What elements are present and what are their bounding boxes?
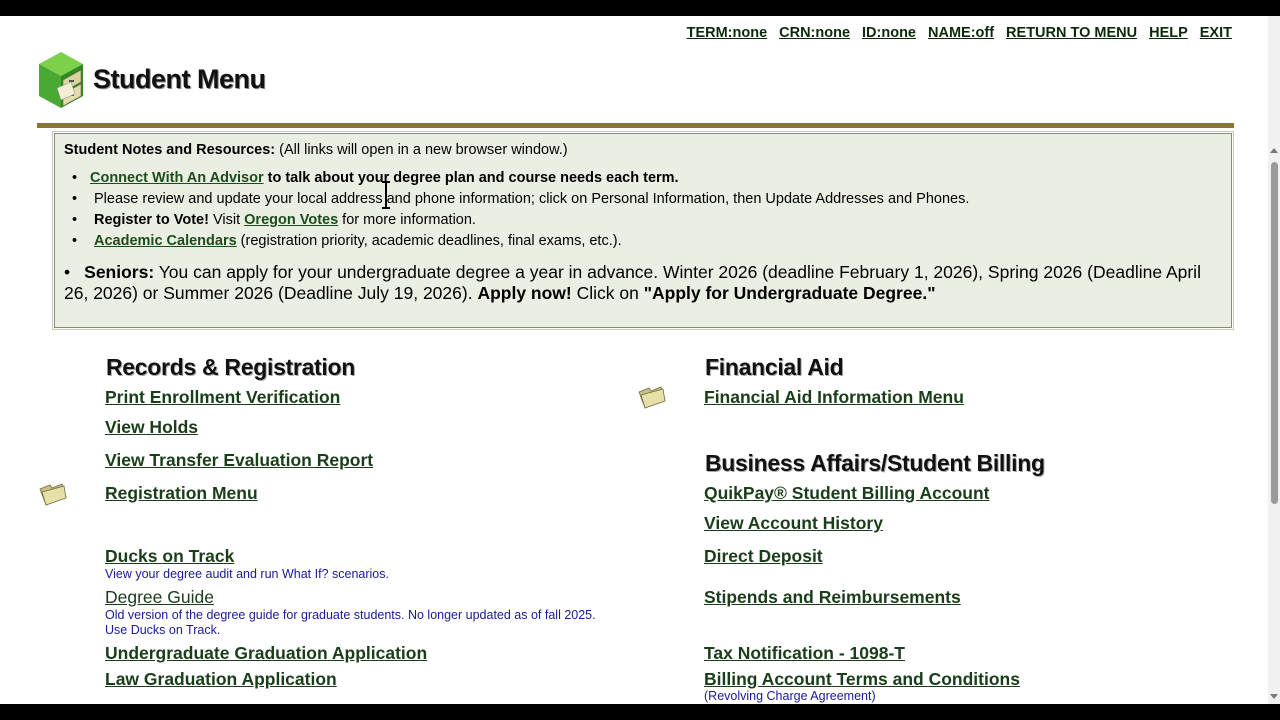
apply-degree-quote: "Apply for Undergraduate Degree." xyxy=(643,283,936,303)
list-item: • Connect With An Advisor to talk about … xyxy=(72,170,679,186)
apply-now-text: Apply now! xyxy=(477,283,572,303)
top-navigation: TERM:none CRN:none ID:none NAME:off RETU… xyxy=(687,25,1232,41)
oregon-votes-link[interactable]: Oregon Votes xyxy=(244,212,338,228)
list-item: • Register to Vote! Visit Oregon Votes f… xyxy=(72,212,476,228)
academic-calendars-link[interactable]: Academic Calendars xyxy=(94,233,237,249)
advisor-note-text: to talk about your degree plan and cours… xyxy=(263,170,679,186)
notes-list: • Connect With An Advisor to talk about … xyxy=(64,170,1222,249)
name-toggle-link[interactable]: NAME:off xyxy=(928,25,994,41)
address-note-text: Please review and update your local addr… xyxy=(94,191,970,207)
notes-heading: Student Notes and Resources: (All links … xyxy=(64,142,1222,158)
list-item: • Academic Calendars (registration prior… xyxy=(72,233,622,249)
filing-cabinet-icon xyxy=(39,52,83,108)
view-holds-link[interactable]: View Holds xyxy=(105,417,198,438)
view-account-history-link[interactable]: View Account History xyxy=(704,513,883,534)
scrollbar-thumb[interactable] xyxy=(1271,162,1278,504)
scroll-down-arrow-icon[interactable] xyxy=(1270,694,1278,699)
records-registration-heading: Records & Registration xyxy=(106,354,356,380)
window-top-bar xyxy=(0,0,1280,16)
billing-terms-description: (Revolving Charge Agreement) xyxy=(704,689,876,703)
term-link[interactable]: TERM:none xyxy=(687,25,768,41)
help-link[interactable]: HELP xyxy=(1149,25,1188,41)
registration-menu-link[interactable]: Registration Menu xyxy=(105,483,258,504)
financial-aid-heading: Financial Aid xyxy=(705,354,844,380)
print-enrollment-verification-link[interactable]: Print Enrollment Verification xyxy=(105,387,340,408)
law-graduation-application-link[interactable]: Law Graduation Application xyxy=(105,669,337,690)
notes-heading-bold: Student Notes and Resources: xyxy=(64,142,276,158)
id-link[interactable]: ID:none xyxy=(862,25,916,41)
crn-link[interactable]: CRN:none xyxy=(779,25,850,41)
quikpay-billing-link[interactable]: QuikPay® Student Billing Account xyxy=(704,483,989,504)
ducks-on-track-description: View your degree audit and run What If? … xyxy=(105,567,389,581)
text-cursor-icon xyxy=(382,181,390,209)
connect-advisor-link[interactable]: Connect With An Advisor xyxy=(90,170,264,186)
list-item: • Please review and update your local ad… xyxy=(72,191,970,207)
billing-terms-link[interactable]: Billing Account Terms and Conditions xyxy=(704,669,1020,690)
window-bottom-bar xyxy=(0,704,1280,720)
exit-link[interactable]: EXIT xyxy=(1200,25,1232,41)
business-affairs-heading: Business Affairs/Student Billing xyxy=(705,450,1045,476)
page-title: Student Menu xyxy=(93,64,266,94)
header-divider xyxy=(37,123,1234,128)
financial-aid-information-menu-link[interactable]: Financial Aid Information Menu xyxy=(704,387,964,408)
stipends-reimbursements-link[interactable]: Stipends and Reimbursements xyxy=(704,587,961,608)
ducks-on-track-link[interactable]: Ducks on Track xyxy=(105,546,234,567)
seniors-note: • Seniors: You can apply for your undergr… xyxy=(64,262,1201,303)
degree-guide-description-2: Use Ducks on Track. xyxy=(105,623,221,637)
scroll-up-arrow-icon[interactable] xyxy=(1270,148,1278,153)
degree-guide-description: Old version of the degree guide for grad… xyxy=(105,608,596,622)
degree-guide-link[interactable]: Degree Guide xyxy=(105,587,214,608)
return-to-menu-link[interactable]: RETURN TO MENU xyxy=(1006,25,1137,41)
undergraduate-graduation-application-link[interactable]: Undergraduate Graduation Application xyxy=(105,643,427,664)
direct-deposit-link[interactable]: Direct Deposit xyxy=(704,546,823,567)
register-vote-label: Register to Vote! xyxy=(94,212,209,228)
folder-icon xyxy=(39,483,67,506)
tax-notification-link[interactable]: Tax Notification - 1098-T xyxy=(704,643,905,664)
folder-icon xyxy=(638,386,666,409)
student-notes-panel: Student Notes and Resources: (All links … xyxy=(52,131,1234,330)
view-transfer-evaluation-link[interactable]: View Transfer Evaluation Report xyxy=(105,450,373,471)
notes-heading-rest: (All links will open in a new browser wi… xyxy=(275,142,568,158)
seniors-label: Seniors: xyxy=(84,262,155,282)
